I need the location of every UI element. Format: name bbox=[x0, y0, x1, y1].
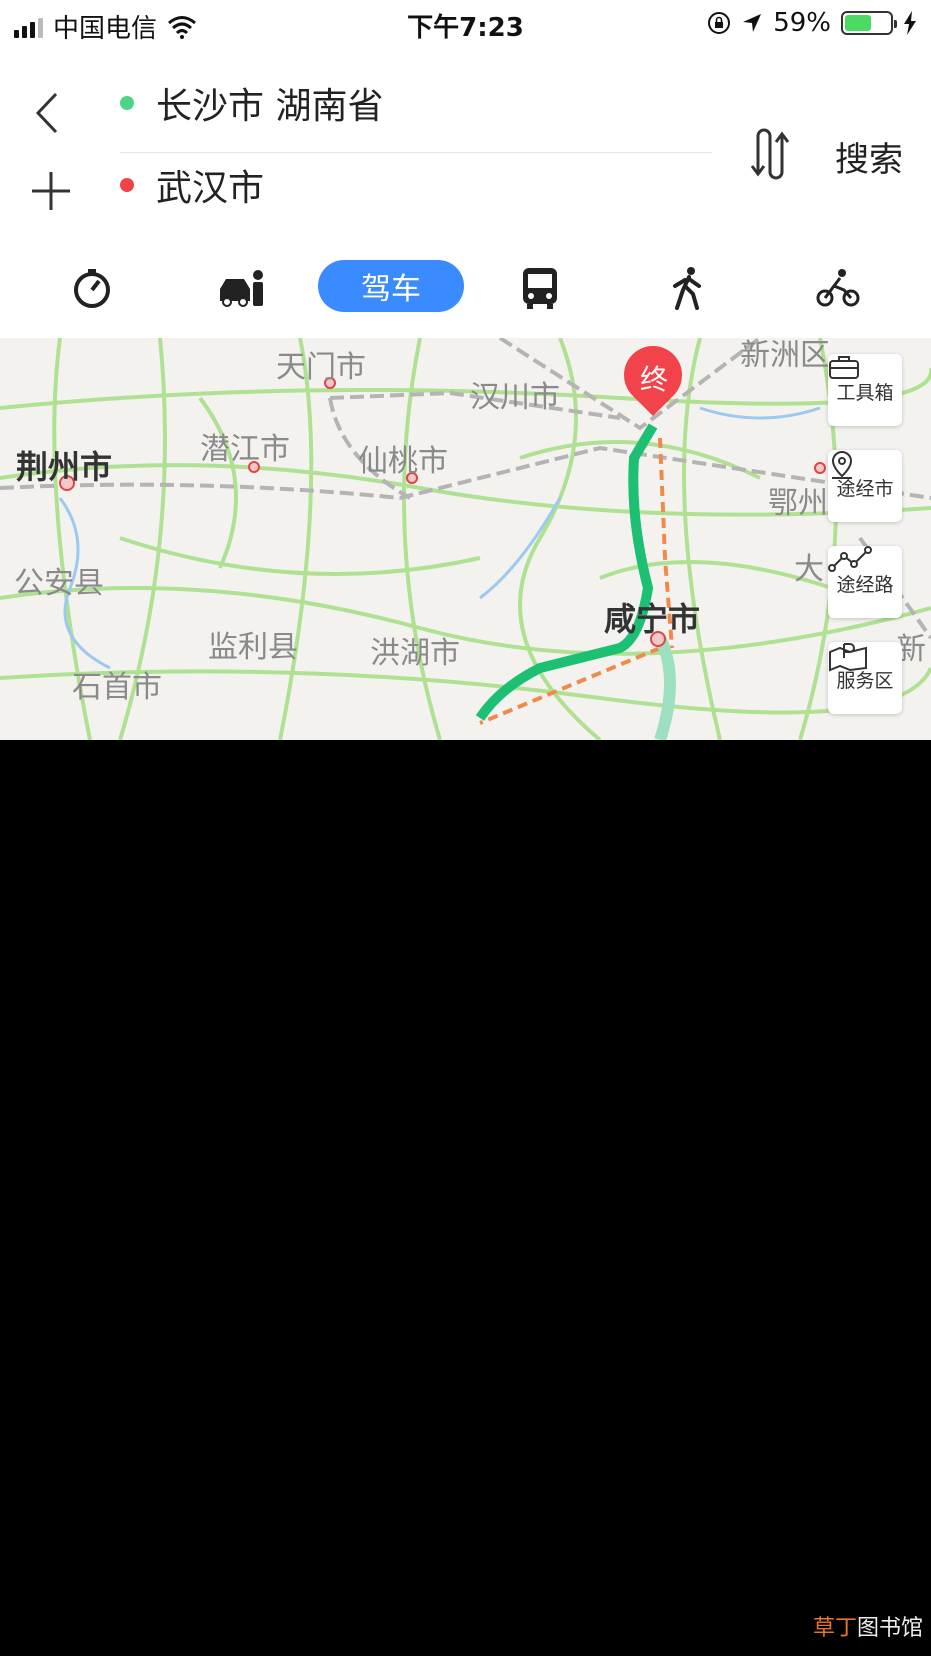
location-arrow-icon bbox=[743, 14, 762, 32]
add-waypoint-icon[interactable] bbox=[28, 168, 74, 214]
taxi-icon[interactable] bbox=[210, 256, 274, 320]
route-path-icon bbox=[828, 546, 872, 572]
swap-icon[interactable] bbox=[748, 128, 792, 180]
location-pin-icon bbox=[831, 450, 853, 479]
toolbox-button[interactable]: 工具箱 bbox=[828, 354, 902, 426]
service-area-icon bbox=[829, 643, 867, 672]
map-view[interactable]: 天门市 汉川市 新洲区 荆州市 潜江市 仙桃市 鄂州市 公安县 咸宁市 监利县 … bbox=[0, 338, 931, 740]
start-location: 长沙市 湖南省 bbox=[156, 86, 384, 127]
end-input[interactable]: 武汉市 bbox=[120, 150, 264, 220]
via-road-button[interactable]: 途经路 bbox=[828, 546, 902, 618]
end-dot bbox=[120, 178, 134, 192]
start-input[interactable]: 长沙市 湖南省 bbox=[120, 68, 383, 138]
back-icon[interactable] bbox=[28, 88, 68, 138]
map-label: 潜江市 bbox=[200, 432, 290, 467]
route-panel: 长沙市 湖南省 武汉市 搜索 驾车 bbox=[0, 48, 931, 338]
status-bar: 中国电信 下午7:23 59% bbox=[0, 0, 931, 48]
battery-icon bbox=[841, 11, 897, 35]
map-label: 新洲区 bbox=[740, 338, 830, 373]
map-label: 咸宁市 bbox=[604, 600, 701, 638]
map-label: 公安县 bbox=[14, 566, 104, 601]
map-label: 荆州市 bbox=[16, 448, 113, 486]
stopwatch-icon[interactable] bbox=[60, 256, 124, 320]
search-button[interactable]: 搜索 bbox=[835, 132, 903, 181]
service-area-button[interactable]: 服务区 bbox=[828, 642, 902, 714]
drive-mode-tab[interactable]: 驾车 bbox=[318, 260, 464, 312]
charging-icon bbox=[904, 11, 916, 35]
start-dot bbox=[120, 96, 134, 110]
map-label: 仙桃市 bbox=[358, 444, 448, 479]
orientation-lock-icon bbox=[708, 12, 731, 34]
map-label: 汉川市 bbox=[470, 380, 560, 415]
bus-icon[interactable] bbox=[508, 256, 572, 320]
map-label: 大 bbox=[794, 552, 824, 587]
battery-percent: 59% bbox=[773, 8, 831, 38]
transport-mode-bar: 驾车 bbox=[0, 248, 931, 328]
bike-icon[interactable] bbox=[806, 256, 870, 320]
destination-marker-label: 终 bbox=[639, 363, 668, 396]
destination-marker[interactable]: 终 bbox=[611, 338, 695, 426]
map-label: 石首市 bbox=[72, 670, 162, 705]
map-label: 洪湖市 bbox=[370, 636, 460, 671]
end-location: 武汉市 bbox=[156, 168, 265, 209]
walk-icon[interactable] bbox=[656, 256, 720, 320]
map-label: 监利县 bbox=[208, 630, 298, 665]
map-label: 天门市 bbox=[276, 350, 366, 385]
watermark: 草丁图书馆 bbox=[812, 1616, 923, 1641]
toolbox-icon bbox=[829, 356, 859, 379]
via-city-button[interactable]: 途经市 bbox=[828, 450, 902, 522]
